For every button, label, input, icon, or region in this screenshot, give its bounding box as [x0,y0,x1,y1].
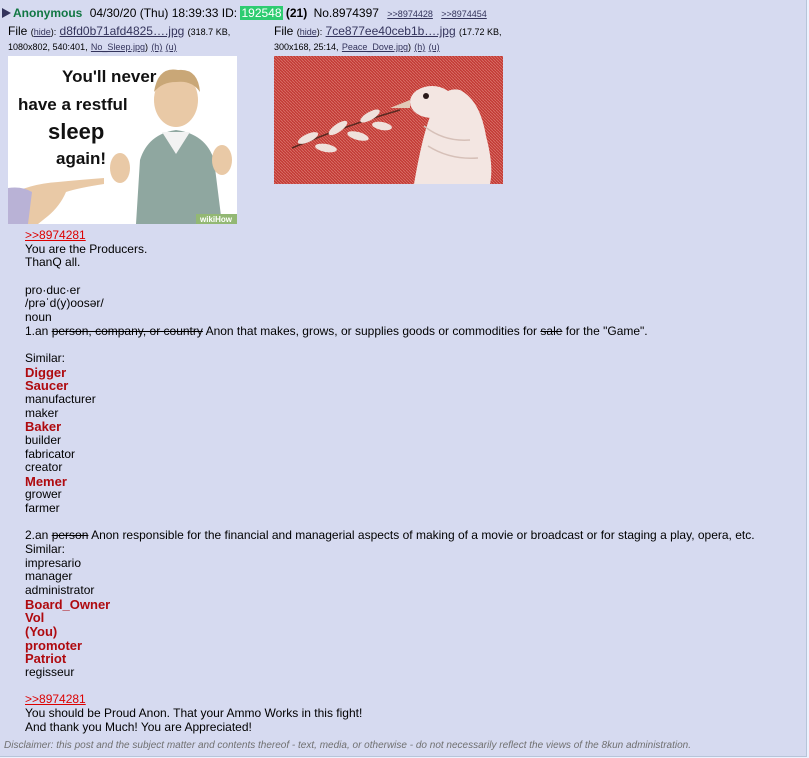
redtext: Saucer [25,378,69,394]
body-line: farmer [25,501,60,516]
poster-id-label: ID: [221,6,238,20]
file-name-link[interactable]: d8fd0b71afd4825….jpg [60,24,185,38]
redtext: (You) [25,624,58,640]
file-original-name[interactable]: Peace_Dove.jpg [342,42,408,52]
disclaimer: Disclaimer: this post and the subject ma… [4,740,691,751]
watermark-text: wikiHow [199,215,233,224]
file-dimensions: 1080x802, 540:401, [8,42,88,52]
body-line: creator [25,460,63,475]
body-line: manager [25,569,73,584]
redtext: Board_Owner [25,596,111,612]
strikethrough-text: person [51,528,89,543]
body-line: Similar: [25,350,66,365]
body-line: manufacturer [25,391,96,406]
body-line: impresario [25,555,82,570]
file-original-name[interactable]: No_Sleep.jpg [91,42,145,52]
strikethrough-text: sale [540,323,563,338]
body-line: You should be Proud Anon. That your Ammo… [25,705,363,720]
post-number[interactable]: No.8974397 [314,6,379,20]
post: Anonymous 04/30/20 (Thu) 18:39:33 ID: 19… [0,0,807,757]
strikethrough-text: person, company, or country [51,323,203,338]
peace-dove-image [274,56,503,184]
redtext: promoter [25,637,83,653]
redtext: Patriot [25,651,67,667]
quote-link[interactable]: >>8974281 [25,692,86,706]
file-info-2: File (hide): 7ce877ee40ceb1b….jpg (17.72… [274,24,502,52]
definition-1: 1.an person, company, or country Anon th… [25,323,648,338]
post-intro: Anonymous 04/30/20 (Thu) 18:39:33 ID: 19… [2,6,487,22]
body-line: And thank you Much! You are Appreciated! [25,719,252,734]
file-size: (17.72 KB, [459,27,502,37]
post-menu-arrow-icon[interactable] [2,8,11,18]
body-line: Similar: [25,542,66,557]
poster-name: Anonymous [13,6,83,20]
file-label: File [274,24,294,38]
caption-line: have a restful [18,95,128,114]
body-line: You are the Producers. [25,241,148,256]
poster-id[interactable]: 192548 [240,6,283,20]
hide-file-link[interactable]: hide [300,27,317,37]
body-line: maker [25,405,59,420]
backlink[interactable]: >>8974428 [387,9,433,19]
caption-line: sleep [48,119,104,144]
redtext: Memer [25,473,67,489]
post-body: >>8974281 You are the Producers. ThanQ a… [25,228,805,734]
redtext: Vol [25,610,45,626]
thumbnail-peace-dove[interactable] [274,56,503,184]
body-line: grower [25,487,62,502]
post-date: 04/30/20 (Thu) 18:39:33 [89,6,219,20]
caption-line: again! [56,149,106,168]
body-line: administrator [25,583,95,598]
body-line: builder [25,432,62,447]
quote-link[interactable]: >>8974281 [25,228,86,242]
file-name-link[interactable]: 7ce877ee40ceb1b….jpg [326,24,456,38]
file-h-link[interactable]: (h) [151,42,162,52]
caption-line: You'll never [62,67,157,86]
file-size: (318.7 KB, [187,27,231,37]
file-h-link[interactable]: (h) [414,42,425,52]
file-info-1: File (hide): d8fd0b71afd4825….jpg (318.7… [8,24,231,52]
file-u-link[interactable]: (u) [429,42,440,52]
body-line: /prəˈd(y)oosər/ [25,296,104,311]
thumbnail-no-sleep[interactable]: You'll never have a restful sleep again!… [8,56,237,224]
hide-file-link[interactable]: hide [34,27,51,37]
redtext: Baker [25,419,62,435]
redtext: Digger [25,364,67,380]
file-dimensions: 300x168, 25:14, [274,42,339,52]
backlink[interactable]: >>8974454 [441,9,487,19]
body-line: ThanQ all. [25,255,81,270]
body-line: regisseur [25,665,75,679]
body-line: pro·duc·er [25,282,81,297]
file-label: File [8,24,28,38]
poster-id-count: (21) [285,6,308,20]
definition-2: 2.an person Anon responsible for the fin… [25,528,755,543]
file-u-link[interactable]: (u) [166,42,177,52]
body-line: fabricator [25,446,76,461]
body-line: noun [25,309,52,324]
no-sleep-image: You'll never have a restful sleep again!… [8,56,237,224]
